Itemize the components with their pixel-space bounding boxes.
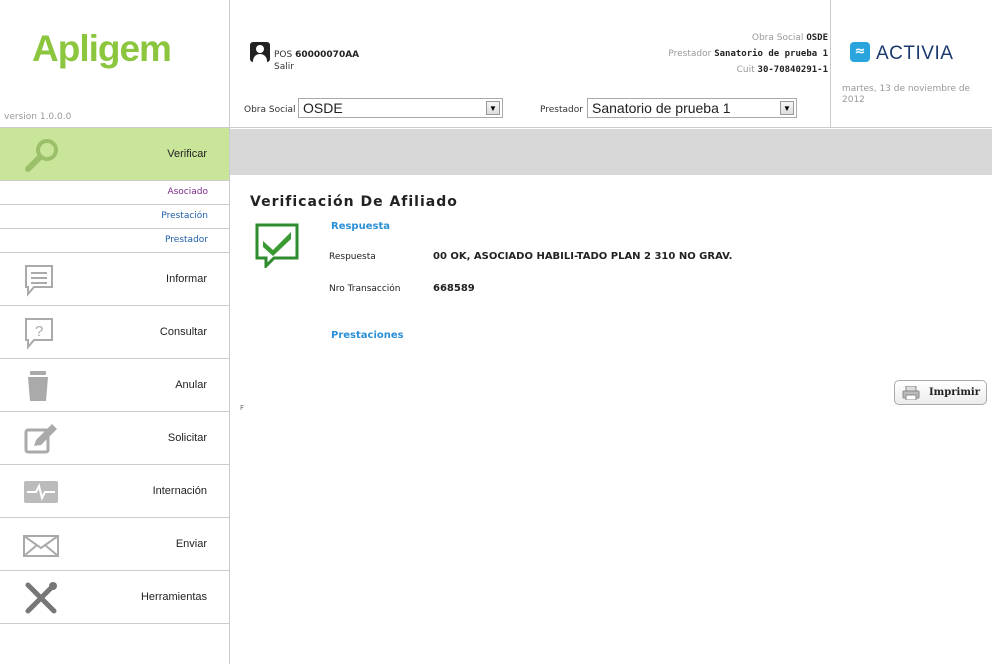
mail-icon bbox=[23, 535, 59, 557]
obra-social-label: Obra Social bbox=[244, 105, 296, 115]
svg-text:?: ? bbox=[35, 323, 43, 340]
transaccion-value: 668589 bbox=[433, 283, 475, 294]
marker-text: F bbox=[240, 404, 245, 412]
print-button-label: Imprimir bbox=[929, 387, 980, 398]
sidebar-item-label: Consultar bbox=[159, 326, 207, 338]
obra-social-select[interactable]: OSDE ▼ bbox=[298, 98, 503, 118]
sidebar-subitem-asociado[interactable]: Asociado bbox=[0, 181, 229, 205]
info-prestador-label: Prestador bbox=[668, 49, 712, 59]
sidebar-subitem-label: Asociado bbox=[167, 187, 208, 197]
check-status-icon bbox=[255, 223, 299, 268]
chat-lines-icon bbox=[25, 265, 53, 297]
tools-icon bbox=[25, 582, 57, 614]
chevron-down-icon[interactable]: ▼ bbox=[780, 101, 794, 115]
sidebar-subitem-label: Prestador bbox=[165, 235, 208, 245]
sidebar-item-informar[interactable]: Informar bbox=[0, 253, 229, 306]
section-respuesta: Respuesta bbox=[331, 221, 390, 232]
prestador-select-value: Sanatorio de prueba 1 bbox=[592, 100, 731, 116]
sidebar-item-label: Solicitar bbox=[167, 432, 207, 444]
pulse-icon bbox=[24, 481, 58, 503]
sidebar-item-label: Informar bbox=[166, 273, 207, 285]
sidebar-divider bbox=[229, 0, 230, 664]
sidebar-item-solicitar[interactable]: Solicitar bbox=[0, 412, 229, 465]
info-prestador-value: Sanatorio de prueba 1 bbox=[714, 49, 828, 59]
sidebar-subitem-prestador[interactable]: Prestador bbox=[0, 229, 229, 253]
sidebar: Verificar Asociado Prestación Prestador … bbox=[0, 128, 229, 624]
sidebar-item-label: Verificar bbox=[167, 148, 207, 160]
sidebar-subitem-prestacion[interactable]: Prestación bbox=[0, 205, 229, 229]
trash-icon bbox=[28, 371, 48, 401]
section-prestaciones[interactable]: Prestaciones bbox=[331, 330, 404, 341]
toolbar bbox=[230, 129, 992, 175]
pos-value: 60000070AA bbox=[295, 50, 360, 60]
search-icon bbox=[25, 139, 58, 172]
info-obra-social-value: OSDE bbox=[806, 33, 828, 43]
print-button[interactable]: Imprimir bbox=[894, 380, 987, 405]
printer-icon bbox=[902, 386, 920, 400]
user-avatar-icon bbox=[250, 42, 270, 62]
info-cuit-value: 30-70840291-1 bbox=[757, 65, 828, 75]
sidebar-item-label: Herramientas bbox=[140, 591, 207, 603]
prestador-label: Prestador bbox=[540, 105, 583, 115]
page-title: Verificación De Afiliado bbox=[250, 194, 458, 210]
prestador-select[interactable]: Sanatorio de prueba 1 ▼ bbox=[587, 98, 797, 118]
pos-info: POS 60000070AA bbox=[274, 50, 359, 60]
sidebar-item-anular[interactable]: Anular bbox=[0, 359, 229, 412]
sidebar-item-label: Enviar bbox=[175, 538, 207, 550]
info-obra-social-label: Obra Social bbox=[751, 33, 804, 43]
app-logo: Apligem bbox=[32, 28, 172, 69]
activia-logo-icon: ≈ bbox=[850, 42, 870, 62]
sidebar-item-internacion[interactable]: Internación bbox=[0, 465, 229, 518]
sidebar-item-enviar[interactable]: Enviar bbox=[0, 518, 229, 571]
obra-social-select-value: OSDE bbox=[303, 100, 343, 116]
info-prestador: Prestador Sanatorio de prueba 1 bbox=[668, 49, 828, 59]
sidebar-item-label: Internación bbox=[152, 485, 207, 497]
brand-name: ACTIVIA bbox=[876, 43, 954, 64]
sidebar-item-label: Anular bbox=[175, 379, 207, 391]
logout-link[interactable]: Salir bbox=[274, 62, 294, 72]
header: Apligem version 1.0.0.0 POS 60000070AA S… bbox=[0, 0, 992, 128]
sidebar-item-consultar[interactable]: ? Consultar bbox=[0, 306, 229, 359]
header-divider bbox=[830, 0, 831, 128]
chevron-down-icon[interactable]: ▼ bbox=[486, 101, 500, 115]
sidebar-subitem-label: Prestación bbox=[161, 211, 208, 221]
current-date: martes, 13 de noviembre de 2012 bbox=[842, 84, 971, 105]
respuesta-value: 00 OK, ASOCIADO HABILI-TADO PLAN 2 310 N… bbox=[433, 251, 733, 262]
sidebar-item-herramientas[interactable]: Herramientas bbox=[0, 571, 229, 624]
version-label: version 1.0.0.0 bbox=[4, 112, 72, 122]
edit-icon bbox=[24, 424, 57, 454]
sidebar-item-verificar[interactable]: Verificar bbox=[0, 128, 229, 181]
info-cuit-label: Cuit bbox=[736, 65, 755, 75]
respuesta-label: Respuesta bbox=[329, 252, 376, 262]
chat-question-icon: ? bbox=[25, 318, 53, 350]
transaccion-label: Nro Transacción bbox=[329, 284, 401, 294]
info-cuit: Cuit 30-70840291-1 bbox=[737, 65, 828, 75]
pos-label: POS bbox=[274, 50, 293, 60]
info-obra-social: Obra Social OSDE bbox=[752, 33, 828, 43]
